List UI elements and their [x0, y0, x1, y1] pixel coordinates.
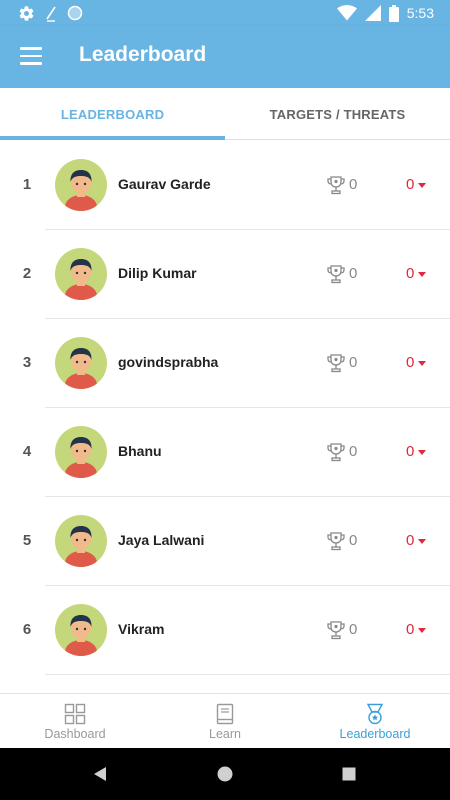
avatar	[55, 604, 107, 656]
rank-change-value: 0	[406, 354, 415, 371]
avatar	[55, 515, 107, 567]
leaderboard-list[interactable]: 1 Gaurav Garde 0 0 2 Dilip Kumar 0 0 3 g…	[0, 141, 450, 693]
home-icon[interactable]	[215, 764, 235, 784]
page-title: Leaderboard	[79, 43, 207, 66]
leaderboard-row[interactable]: 6 Vikram 0 0	[0, 586, 450, 675]
nav-learn-label: Learn	[209, 726, 241, 741]
cell-signal-icon	[364, 5, 381, 21]
nav-learn[interactable]: Learn	[150, 694, 300, 749]
trophy-icon	[327, 443, 345, 462]
rank-change: 0	[406, 265, 427, 282]
points-value: 0	[349, 532, 358, 549]
app-bar: Leaderboard	[0, 26, 450, 88]
signal-scan-icon	[46, 6, 56, 22]
avatar	[55, 426, 107, 478]
circle-icon	[67, 5, 83, 21]
rank-number: 4	[22, 443, 32, 460]
rank-change: 0	[406, 354, 427, 371]
points-value: 0	[349, 443, 358, 460]
caret-down-icon	[418, 627, 427, 633]
status-left-icons	[18, 4, 83, 22]
back-icon[interactable]	[90, 764, 110, 784]
leaderboard-row[interactable]: 1 Gaurav Garde 0 0	[0, 141, 450, 230]
nav-dashboard-label: Dashboard	[44, 726, 106, 741]
recents-icon[interactable]	[339, 764, 359, 784]
hamburger-menu-icon[interactable]	[20, 47, 42, 65]
rank-change: 0	[406, 176, 427, 193]
user-name: Bhanu	[118, 443, 162, 459]
rank-change-value: 0	[406, 621, 415, 638]
active-tab-indicator	[0, 136, 225, 140]
tab-bar: LEADERBOARD TARGETS / THREATS	[0, 88, 450, 140]
rank-change-value: 0	[406, 176, 415, 193]
dashboard-grid-icon	[64, 703, 86, 724]
rank-number: 3	[22, 354, 32, 371]
leaderboard-row[interactable]: 5 Jaya Lalwani 0 0	[0, 497, 450, 586]
user-name: Jaya Lalwani	[118, 532, 205, 548]
trophy-icon	[327, 621, 345, 640]
status-time: 5:53	[406, 5, 434, 21]
points-value: 0	[349, 621, 358, 638]
person-avatar-icon	[65, 526, 97, 567]
trophy-icon	[327, 265, 345, 284]
points-value: 0	[349, 176, 358, 193]
avatar	[55, 248, 107, 300]
person-avatar-icon	[65, 437, 97, 478]
status-right-icons: 5:53	[336, 3, 434, 23]
tab-targets-threats[interactable]: TARGETS / THREATS	[225, 88, 450, 140]
caret-down-icon	[418, 360, 427, 366]
trophy-icon	[327, 532, 345, 551]
points-value: 0	[349, 265, 358, 282]
nav-leaderboard[interactable]: Leaderboard	[300, 694, 450, 749]
gear-icon	[19, 5, 34, 21]
avatar	[55, 159, 107, 211]
trophy-icon	[327, 176, 345, 195]
rank-change: 0	[406, 443, 427, 460]
book-icon	[216, 703, 234, 724]
rank-number: 6	[22, 621, 32, 638]
rank-change: 0	[406, 621, 427, 638]
person-avatar-icon	[65, 259, 97, 300]
rank-number: 1	[22, 176, 32, 193]
leaderboard-row[interactable]: 4 Bhanu 0 0	[0, 408, 450, 497]
battery-icon	[388, 4, 399, 22]
status-bar: 5:53	[0, 0, 450, 26]
user-name: Gaurav Garde	[118, 176, 211, 192]
leaderboard-row[interactable]: 2 Dilip Kumar 0 0	[0, 230, 450, 319]
caret-down-icon	[418, 538, 427, 544]
user-name: Vikram	[118, 621, 165, 637]
tab-leaderboard[interactable]: LEADERBOARD	[0, 88, 225, 140]
user-name: Dilip Kumar	[118, 265, 197, 281]
rank-change-value: 0	[406, 443, 415, 460]
rank-change-value: 0	[406, 265, 415, 282]
avatar	[55, 337, 107, 389]
wifi-icon	[336, 5, 357, 21]
user-name: govindsprabha	[118, 354, 219, 370]
caret-down-icon	[418, 271, 427, 277]
caret-down-icon	[418, 182, 427, 188]
points-value: 0	[349, 354, 358, 371]
rank-change: 0	[406, 532, 427, 549]
person-avatar-icon	[65, 170, 97, 211]
rank-number: 2	[22, 265, 32, 282]
nav-dashboard[interactable]: Dashboard	[0, 694, 150, 749]
rank-change-value: 0	[406, 532, 415, 549]
person-avatar-icon	[65, 348, 97, 389]
caret-down-icon	[418, 449, 427, 455]
medal-icon	[366, 703, 384, 724]
system-navigation-bar	[0, 748, 450, 800]
nav-leaderboard-label: Leaderboard	[339, 726, 411, 741]
person-avatar-icon	[65, 615, 97, 656]
leaderboard-row[interactable]: 3 govindsprabha 0 0	[0, 319, 450, 408]
trophy-icon	[327, 354, 345, 373]
rank-number: 5	[22, 532, 32, 549]
leaderboard-row[interactable]	[0, 675, 450, 693]
bottom-navigation: Dashboard Learn Leaderboard	[0, 693, 450, 748]
